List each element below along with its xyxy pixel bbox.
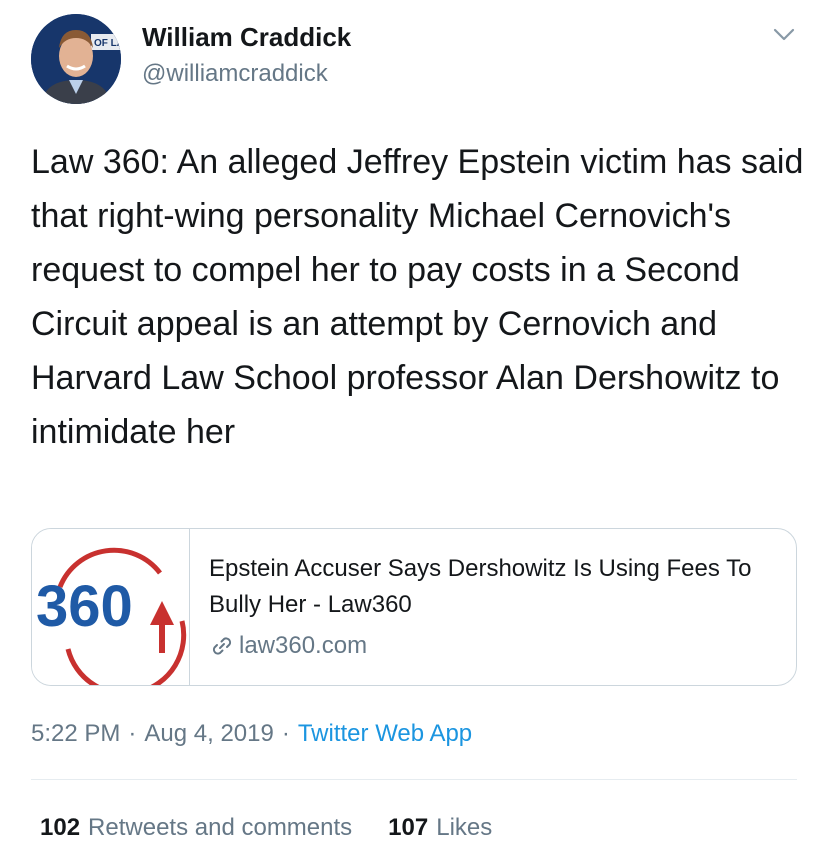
likes-label[interactable]: Likes	[436, 814, 492, 842]
author-handle[interactable]: @williamcraddick	[142, 60, 328, 88]
tweet-time[interactable]: 5:22 PM	[31, 720, 120, 748]
avatar-image: OF LA	[31, 14, 121, 104]
tweet-source-link[interactable]: Twitter Web App	[298, 720, 472, 748]
card-thumbnail: 360	[32, 529, 190, 685]
tweet: OF LA William Craddick @williamcraddick …	[0, 0, 827, 847]
logo-text: 360	[36, 574, 133, 639]
card-domain: law360.com	[239, 632, 368, 659]
link-icon	[212, 637, 232, 655]
card-domain-row: law360.com	[209, 628, 367, 664]
tweet-text: Law 360: An alleged Jeffrey Epstein vict…	[31, 143, 804, 451]
meta-separator: ·	[281, 720, 290, 747]
retweets-count[interactable]: 102	[40, 814, 80, 842]
tweet-date[interactable]: Aug 4, 2019	[144, 720, 273, 748]
tweet-stats: 102 Retweets and comments 107 Likes	[40, 810, 492, 846]
avatar-banner-text: OF LA	[94, 38, 121, 49]
avatar[interactable]: OF LA	[31, 14, 121, 104]
author-name[interactable]: William Craddick	[142, 22, 351, 53]
retweets-label[interactable]: Retweets and comments	[88, 814, 352, 842]
tweet-meta: 5:22 PM · Aug 4, 2019 · Twitter Web App	[31, 716, 472, 752]
card-title[interactable]: Epstein Accuser Says Dershowitz Is Using…	[209, 551, 769, 623]
link-card[interactable]: 360 Epstein Accuser Says Dershowitz Is U…	[31, 528, 797, 686]
likes-count[interactable]: 107	[388, 814, 428, 842]
law360-logo: 360	[36, 547, 187, 685]
divider	[31, 779, 797, 780]
chevron-down-icon[interactable]	[772, 22, 796, 46]
meta-separator: ·	[128, 720, 137, 747]
